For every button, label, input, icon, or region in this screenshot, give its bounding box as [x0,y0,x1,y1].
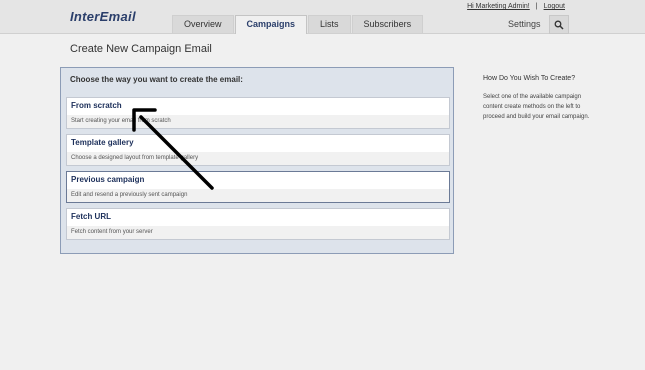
option-title: Previous campaign [71,175,145,184]
option-description-bar: Start creating your email from scratch [67,115,449,128]
option-description: Choose a designed layout from template g… [71,155,199,161]
main-tabs: Overview Campaigns Lists Subscribers [172,15,424,34]
option-fetch-url[interactable]: Fetch URL Fetch content from your server [66,208,450,240]
user-greeting-link[interactable]: Hi Marketing Admin! [467,3,530,10]
top-bar: InterEmail Hi Marketing Admin! | Logout Ov… [0,0,645,34]
option-description-bar: Edit and resend a previously sent campai… [67,189,449,202]
option-description: Edit and resend a previously sent campai… [71,192,188,198]
tab-overview[interactable]: Overview [172,15,234,33]
user-bar: Hi Marketing Admin! | Logout [467,3,565,10]
help-sidebar: How Do You Wish To Create? Select one of… [483,75,593,122]
settings-link[interactable]: Settings [508,19,541,29]
search-icon [554,20,564,30]
tab-lists[interactable]: Lists [308,15,351,33]
search-button[interactable] [549,15,569,34]
sidebar-text: Select one of the available campaign con… [483,94,590,120]
option-description-bar: Choose a designed layout from template g… [67,152,449,165]
option-title: Template gallery [71,138,134,147]
separator: | [535,3,538,10]
option-title: Fetch URL [71,212,111,221]
sidebar-title: How Do You Wish To Create? [483,75,576,82]
option-description-bar: Fetch content from your server [67,226,449,239]
option-template-gallery[interactable]: Template gallery Choose a designed layou… [66,134,450,166]
option-previous-campaign[interactable]: Previous campaign Edit and resend a prev… [66,171,450,203]
panel-heading: Choose the way you want to create the em… [70,75,243,84]
tab-subscribers[interactable]: Subscribers [351,15,424,33]
app-logo: InterEmail [70,9,136,24]
page-title: Create New Campaign Email [70,43,212,55]
option-from-scratch[interactable]: From scratch Start creating your email f… [66,97,450,129]
tab-campaigns[interactable]: Campaigns [234,15,308,34]
option-description: Fetch content from your server [71,229,153,235]
option-description: Start creating your email from scratch [71,118,171,124]
logout-link[interactable]: Logout [544,3,565,10]
create-method-panel: Choose the way you want to create the em… [60,67,454,254]
option-title: From scratch [71,101,122,110]
